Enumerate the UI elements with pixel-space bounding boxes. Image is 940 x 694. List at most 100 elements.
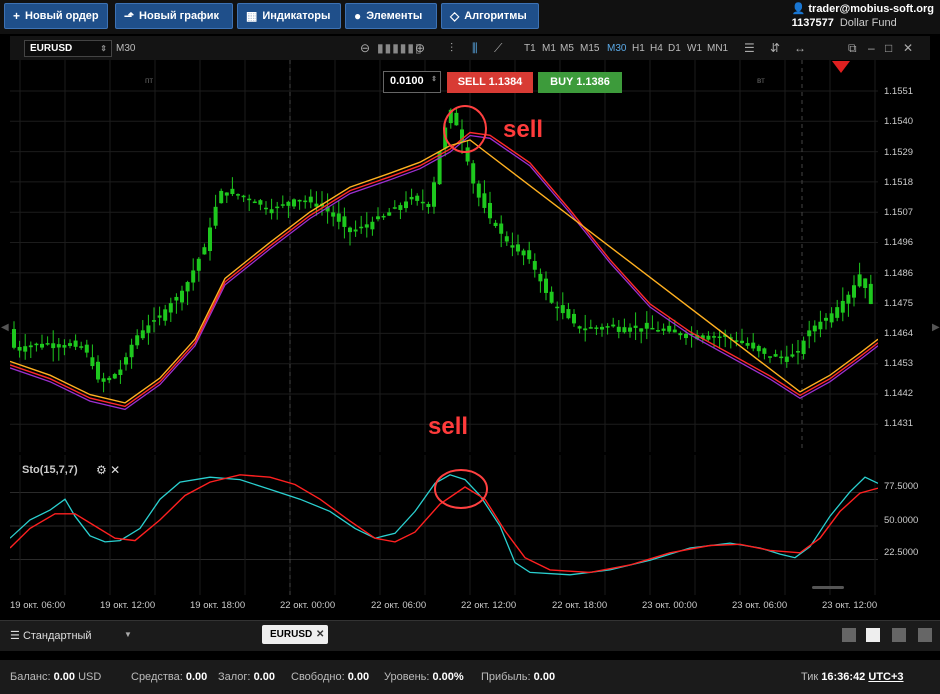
candle-body	[504, 236, 509, 242]
candle-body	[275, 206, 280, 209]
tf-m30[interactable]: M30	[607, 43, 626, 54]
layout-columns-icon[interactable]	[892, 628, 906, 642]
new-order-button[interactable]: + Новый ордер	[4, 3, 108, 29]
funds-value: 0.00	[185, 671, 208, 683]
candle-body	[600, 326, 604, 330]
tf-d1[interactable]: D1	[668, 43, 681, 54]
zoom-out-icon[interactable]: ⊖	[360, 41, 370, 55]
candle-body	[812, 325, 817, 332]
candle-body	[745, 343, 750, 346]
candle-body	[667, 325, 672, 332]
close-indicator-icon[interactable]: ✕	[110, 463, 120, 477]
candle-chart-icon[interactable]: ⫼	[472, 41, 478, 56]
layout-grid-icon[interactable]	[866, 628, 880, 642]
candle-body	[135, 335, 140, 346]
price-chart[interactable]: пт вт	[9, 60, 879, 452]
tf-m1[interactable]: M1	[542, 43, 556, 54]
tf-h4[interactable]: H4	[650, 43, 663, 54]
gear-icon[interactable]: ⚙	[96, 463, 107, 477]
candle-body	[387, 212, 392, 216]
zoom-in-icon[interactable]: ⊕	[415, 41, 425, 55]
buy-button[interactable]: BUY 1.1386	[538, 72, 622, 93]
candle-body	[398, 205, 403, 210]
maximize-icon[interactable]: □	[885, 41, 892, 55]
new-chart-button[interactable]: ⬏ Новый график	[115, 3, 233, 29]
candle-body	[28, 345, 33, 348]
minimize-icon[interactable]: –	[868, 41, 875, 55]
y-label: 1.1496	[884, 237, 914, 248]
elements-button[interactable]: ● Элементы	[345, 3, 437, 29]
horizontal-scrollbar[interactable]	[812, 586, 844, 589]
close-icon[interactable]: ✕	[903, 41, 913, 55]
line-chart-icon[interactable]: ⟋	[494, 41, 502, 56]
y-label: 1.1475	[884, 298, 914, 309]
sell-button[interactable]: SELL 1.1384	[447, 72, 533, 93]
algorithms-button[interactable]: ◇ Алгоритмы	[441, 3, 539, 29]
candle-body	[258, 200, 263, 205]
candle-body	[342, 216, 347, 227]
candle-body	[566, 309, 571, 319]
layout-rows-icon[interactable]	[918, 628, 932, 642]
chart-tab-eurusd[interactable]: EURUSD ✕	[262, 625, 328, 644]
symbol-select[interactable]: EURUSD ⇕	[24, 40, 112, 57]
candle-body	[868, 283, 873, 305]
candle-body	[555, 306, 560, 309]
candle-body	[840, 300, 845, 313]
candle-body	[174, 296, 179, 301]
candle-body	[717, 336, 722, 339]
candle-body	[863, 278, 868, 288]
stochastic-controls: ⚙ ✕	[96, 463, 120, 477]
profit-value: 0.00	[533, 671, 556, 683]
candle-body	[112, 374, 117, 379]
algorithms-label: Алгоритмы	[464, 10, 527, 22]
y-label: 1.1442	[884, 388, 914, 399]
indicator-list-icon[interactable]: ☰	[744, 41, 755, 55]
close-tab-icon[interactable]: ✕	[316, 625, 324, 644]
candle-body	[79, 346, 84, 348]
candle-body	[118, 369, 123, 376]
horizontal-shift-icon[interactable]: ↔	[794, 41, 806, 55]
elements-label: Элементы	[366, 10, 423, 22]
x-axis: 19 окт. 06:00 19 окт. 12:00 19 окт. 18:0…	[10, 596, 930, 616]
candle-body	[672, 329, 677, 333]
tf-h1[interactable]: H1	[632, 43, 645, 54]
candle-body	[779, 356, 784, 359]
candle-body	[493, 222, 498, 227]
profit-label: Прибыль:	[481, 671, 531, 683]
trade-levels-icon[interactable]: ⇵	[770, 41, 780, 55]
tf-w1[interactable]: W1	[687, 43, 702, 54]
candle-body	[426, 203, 431, 208]
undock-icon[interactable]: ⧉	[848, 41, 857, 56]
user-info[interactable]: 👤 trader@mobius-soft.org 1137577 Dollar F…	[792, 2, 934, 30]
user-email: trader@mobius-soft.org	[808, 3, 934, 15]
volume-input[interactable]: 0.0100 ⇕	[383, 71, 441, 93]
right-collapse-arrow[interactable]: ▶	[932, 322, 940, 333]
candle-body	[499, 223, 504, 234]
price-chart-svg	[9, 60, 879, 452]
stochastic-panel[interactable]	[9, 455, 879, 595]
candle-body	[17, 346, 22, 351]
candle-body	[34, 343, 39, 346]
tf-m15[interactable]: M15	[580, 43, 599, 54]
bar-chart-icon[interactable]: ⫶	[450, 41, 453, 56]
sto-level-label: 22.5000	[884, 547, 919, 558]
candle-body	[213, 206, 218, 226]
tf-mn1[interactable]: MN1	[707, 43, 728, 54]
workspace-select[interactable]: ☰ Стандартный	[10, 629, 92, 642]
candle-body	[376, 216, 380, 220]
candle-body	[381, 215, 386, 218]
timezone-select[interactable]: UTC+3	[868, 671, 903, 683]
candle-body	[415, 195, 420, 201]
tf-t1[interactable]: T1	[524, 43, 536, 54]
candle-body	[96, 361, 100, 380]
x-label: 19 окт. 12:00	[100, 600, 156, 611]
candle-body	[191, 270, 196, 283]
layout-single-icon[interactable]	[842, 628, 856, 642]
indicators-button[interactable]: ▦ Индикаторы	[237, 3, 341, 29]
chevron-down-icon[interactable]: ▼	[124, 630, 132, 639]
candle-body	[129, 344, 134, 358]
left-collapse-arrow[interactable]: ◀	[1, 322, 9, 333]
tf-m5[interactable]: M5	[560, 43, 574, 54]
candle-body	[51, 343, 56, 349]
candle-body	[303, 200, 308, 203]
